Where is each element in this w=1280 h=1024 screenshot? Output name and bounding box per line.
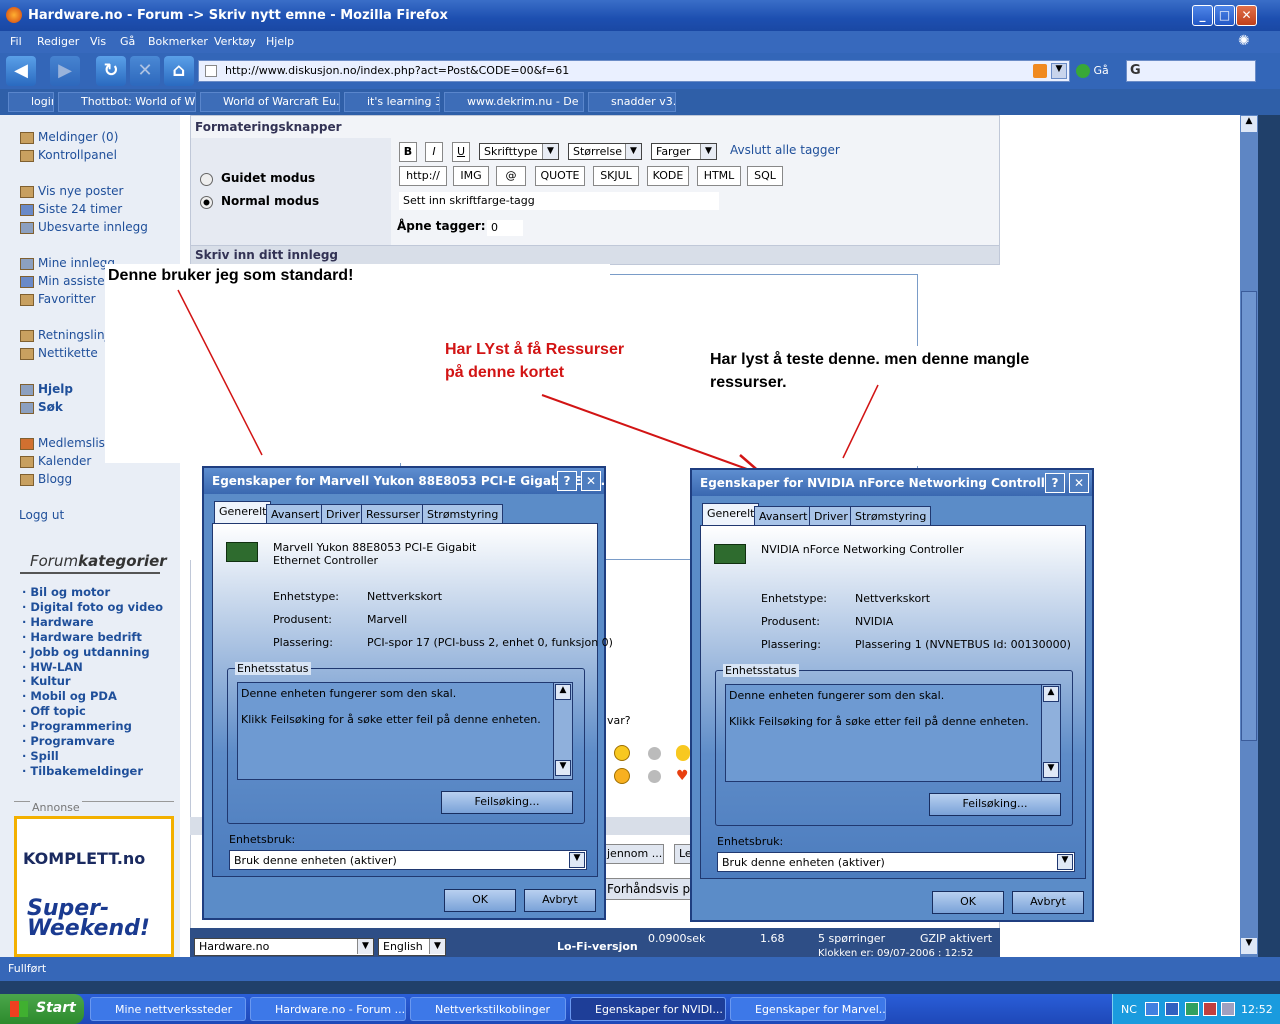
status-line-1: Denne enheten fungerer som den skal.	[241, 687, 457, 700]
manufacturer-value: Marvell	[367, 613, 408, 626]
status-scrollbar[interactable]: ▲ ▼	[553, 683, 572, 779]
task-firefox[interactable]: Hardware.no - Forum ...	[250, 997, 406, 1021]
status-line-2: Klikk Feilsøking for å søke etter feil p…	[241, 713, 541, 726]
tray-clock: 12:52	[1241, 1003, 1273, 1016]
antivirus-tray-icon[interactable]	[1203, 1002, 1217, 1016]
device-usage-label: Enhetsbruk:	[229, 833, 296, 846]
cancel-button[interactable]: Avbryt	[1012, 891, 1084, 914]
task-network-connections[interactable]: Nettverkstilkoblinger	[410, 997, 566, 1021]
network-tray-icon[interactable]	[1145, 1002, 1159, 1016]
general-panel: NVIDIA nForce Networking Controller Enhe…	[700, 525, 1086, 879]
device-status-label: Enhetsstatus	[723, 664, 799, 677]
device-type-label: Enhetstype:	[761, 592, 827, 605]
ok-button[interactable]: OK	[444, 889, 516, 912]
help-button[interactable]: ?	[1045, 473, 1065, 493]
scroll-up-icon[interactable]: ▲	[555, 684, 571, 700]
device-type-value: Nettverkskort	[855, 592, 931, 605]
scroll-up-icon[interactable]: ▲	[1043, 686, 1059, 702]
location-label: Plassering:	[761, 638, 821, 651]
tab-advanced[interactable]: Avansert	[754, 506, 813, 525]
tab-driver[interactable]: Driver	[321, 504, 365, 523]
volume-tray-icon[interactable]	[1221, 1002, 1235, 1016]
ok-button[interactable]: OK	[932, 891, 1004, 914]
arrow-line-test	[842, 384, 879, 459]
device-status-box: Denne enheten fungerer som den skal. Kli…	[725, 684, 1061, 782]
location-label: Plassering:	[273, 636, 333, 649]
device-name: Marvell Yukon 88E8053 PCI-E Gigabit Ethe…	[273, 541, 477, 567]
chevron-down-icon: ▼	[569, 852, 585, 868]
dialog-title: Egenskaper for NVIDIA nForce Networking …	[692, 470, 1092, 496]
close-button[interactable]: ✕	[581, 471, 601, 491]
arrow-line-resources	[541, 394, 759, 474]
cancel-button[interactable]: Avbryt	[524, 889, 596, 912]
task-nvidia-dialog[interactable]: Egenskaper for NVIDI...	[570, 997, 726, 1021]
task-marvell-dialog[interactable]: Egenskaper for Marvel...	[730, 997, 886, 1021]
close-button[interactable]: ✕	[1069, 473, 1089, 493]
input-language[interactable]: NC	[1121, 1003, 1137, 1016]
troubleshoot-button[interactable]: Feilsøking...	[441, 791, 573, 814]
chevron-down-icon: ▼	[1057, 854, 1073, 870]
device-usage-value: Bruk denne enheten (aktiver)	[234, 854, 397, 867]
status-line-2: Klikk Feilsøking for å søke etter feil p…	[729, 715, 1029, 728]
tab-general[interactable]: Generelt	[702, 503, 760, 525]
network-card-icon	[714, 544, 746, 564]
device-usage-value: Bruk denne enheten (aktiver)	[722, 856, 885, 869]
device-type-value: Nettverkskort	[367, 590, 443, 603]
marvell-properties-dialog[interactable]: Egenskaper for Marvell Yukon 88E8053 PCI…	[202, 466, 613, 920]
start-label: Start	[36, 1000, 76, 1016]
device-usage-label: Enhetsbruk:	[717, 835, 784, 848]
tab-general[interactable]: Generelt	[214, 501, 272, 523]
nvidia-properties-dialog[interactable]: Egenskaper for NVIDIA nForce Networking …	[690, 468, 1094, 922]
device-type-label: Enhetstype:	[273, 590, 339, 603]
system-tray: NC 12:52	[1112, 994, 1280, 1024]
tab-driver[interactable]: Driver	[809, 506, 853, 525]
manufacturer-label: Produsent:	[761, 615, 820, 628]
manufacturer-label: Produsent:	[273, 613, 332, 626]
task-network-places[interactable]: Mine nettverkssteder	[90, 997, 246, 1021]
network-card-icon	[226, 542, 258, 562]
device-usage-select[interactable]: Bruk denne enheten (aktiver) ▼	[717, 852, 1075, 872]
security-tray-icon[interactable]	[1185, 1002, 1199, 1016]
status-line-1: Denne enheten fungerer som den skal.	[729, 689, 945, 702]
windows-logo-icon	[10, 1001, 28, 1017]
status-scrollbar[interactable]: ▲ ▼	[1041, 685, 1060, 781]
device-status-label: Enhetsstatus	[235, 662, 311, 675]
device-usage-select[interactable]: Bruk denne enheten (aktiver) ▼	[229, 850, 587, 870]
tab-power[interactable]: Strømstyring	[422, 504, 504, 523]
troubleshoot-button[interactable]: Feilsøking...	[929, 793, 1061, 816]
dialog-title: Egenskaper for Marvell Yukon 88E8053 PCI…	[204, 468, 604, 494]
device-status-box: Denne enheten fungerer som den skal. Kli…	[237, 682, 573, 780]
scroll-down-icon[interactable]: ▼	[555, 760, 571, 776]
tab-power[interactable]: Strømstyring	[850, 506, 932, 525]
location-value: PCI-spor 17 (PCI-buss 2, enhet 0, funksj…	[367, 636, 613, 649]
location-value: Plassering 1 (NVNETBUS Id: 00130000)	[855, 638, 1071, 651]
device-name: NVIDIA nForce Networking Controller	[761, 543, 964, 556]
start-button[interactable]: Start	[0, 994, 84, 1024]
tab-resources[interactable]: Ressurser	[361, 504, 425, 523]
help-button[interactable]: ?	[557, 471, 577, 491]
network-tray-icon[interactable]	[1165, 1002, 1179, 1016]
scroll-down-icon[interactable]: ▼	[1043, 762, 1059, 778]
tab-advanced[interactable]: Avansert	[266, 504, 325, 523]
manufacturer-value: NVIDIA	[855, 615, 894, 628]
arrow-line-standard	[177, 289, 263, 456]
general-panel: Marvell Yukon 88E8053 PCI-E Gigabit Ethe…	[212, 523, 613, 877]
